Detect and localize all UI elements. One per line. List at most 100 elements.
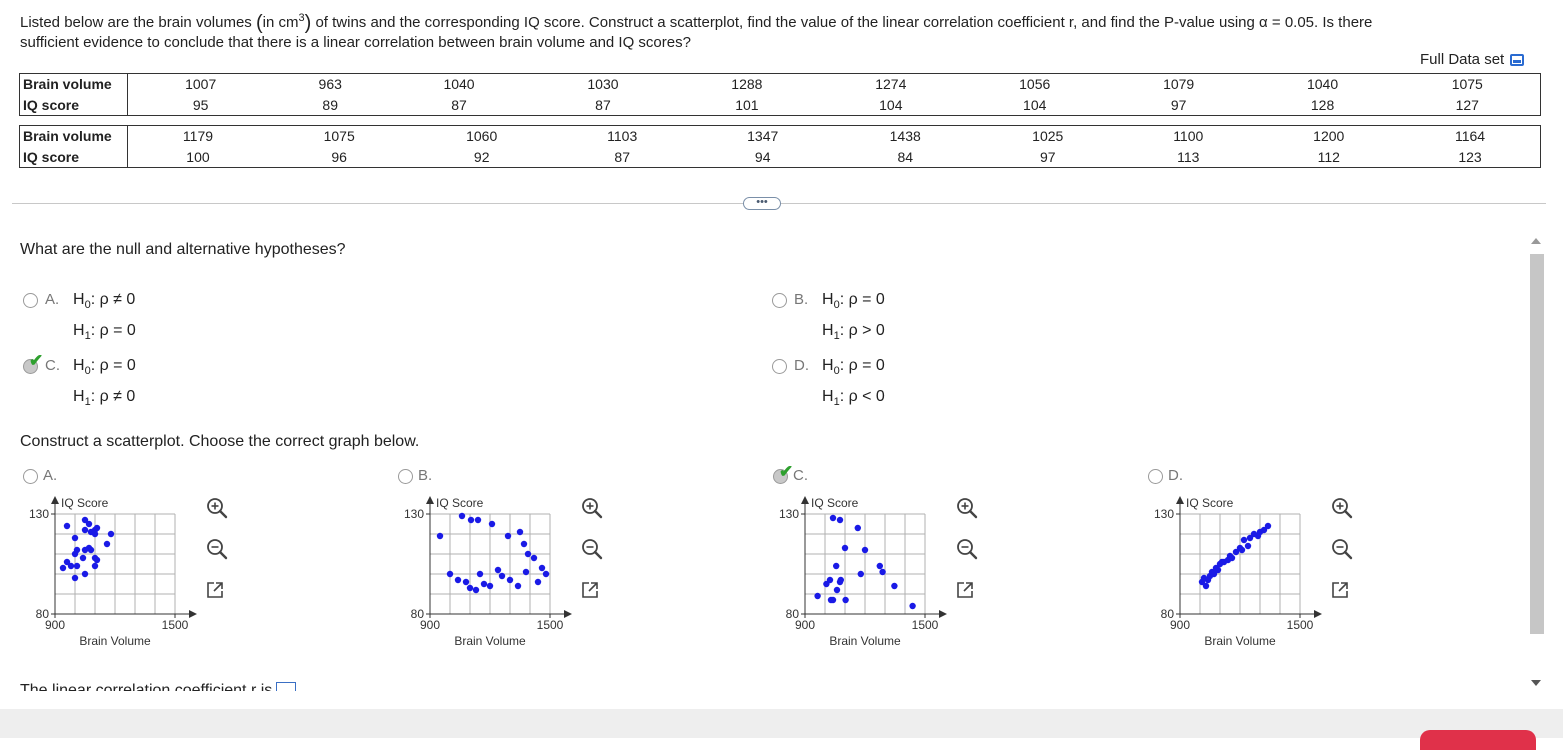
hypothesis-option-b[interactable]: B. H0: ρ = 0 H1: ρ > 0	[772, 291, 885, 349]
row-label-brain: Brain volume	[19, 73, 128, 95]
x-tick-label: 1500	[1287, 618, 1314, 632]
scatter-option-a[interactable]: A. IQ Score 130 80 900 1500 Brain Volume	[20, 465, 380, 665]
data-point	[71, 534, 79, 542]
scatter-option-d[interactable]: D. IQ Score 130 80 900 1500 Brain Volume	[1145, 465, 1505, 665]
table-cell: 1030	[531, 73, 675, 95]
table-cell: 1040	[1250, 73, 1395, 95]
radio-button[interactable]	[772, 359, 787, 374]
table-cell: 1179	[127, 125, 268, 147]
data-point	[836, 578, 844, 586]
scatter-option-b[interactable]: B. IQ Score 130 80 900 1500 Brain Volume	[395, 465, 755, 665]
table-cell: 1100	[1119, 125, 1258, 147]
table-cell: 1007	[127, 73, 274, 95]
open-new-window-icon[interactable]	[1331, 581, 1353, 603]
radio-button[interactable]	[23, 469, 38, 484]
scatterplot: IQ Score13080900 1500Brain Volume	[779, 496, 947, 648]
y-axis-arrow-icon	[801, 496, 809, 504]
data-point	[1214, 566, 1222, 574]
data-point	[506, 576, 514, 584]
data-point	[827, 596, 835, 604]
h0-symbol: H	[822, 291, 834, 308]
table-cell: 100	[127, 146, 268, 168]
x-axis-arrow-icon	[564, 610, 572, 618]
open-new-window-icon[interactable]	[581, 581, 603, 603]
zoom-out-icon[interactable]	[956, 538, 978, 560]
table-cell: 1060	[410, 125, 553, 147]
x-axis-title: Brain Volume	[829, 634, 901, 648]
footer-bar	[0, 709, 1563, 738]
data-point	[829, 514, 837, 522]
data-point	[59, 564, 67, 572]
data-table-1: Brain volume 1007 963 1040 1030 1288 1274 1056 1…	[19, 73, 1541, 116]
table-cell: 1056	[962, 73, 1107, 95]
expand-more-button[interactable]: •••	[743, 197, 781, 210]
y-tick-label: 130	[779, 507, 799, 521]
table-cell: 1288	[674, 73, 819, 95]
data-point	[486, 582, 494, 590]
table-cell: 1103	[552, 125, 692, 147]
data-point	[836, 516, 844, 524]
data-point	[476, 570, 484, 578]
radio-button[interactable]	[772, 293, 787, 308]
zoom-out-icon[interactable]	[1331, 538, 1353, 560]
data-set-icon[interactable]	[1510, 53, 1525, 66]
scroll-down-arrow-icon[interactable]	[1531, 680, 1541, 686]
option-letter: A.	[43, 467, 58, 484]
table-cell: 1040	[387, 73, 531, 95]
data-point	[79, 554, 87, 562]
table-cell: 104	[962, 94, 1107, 116]
table-cell: 963	[273, 73, 388, 95]
data-point	[91, 554, 99, 562]
next-button[interactable]	[1420, 730, 1536, 750]
data-point	[520, 540, 528, 548]
data-point	[876, 562, 883, 570]
scatter-option-c[interactable]: ✔ C. IQ Score 130 80 900 1500 Brain Volume	[770, 462, 1130, 665]
correlation-input[interactable]	[276, 682, 297, 691]
full-data-set-link[interactable]: Full Data set	[1420, 51, 1525, 68]
scrollbar-thumb[interactable]	[1530, 254, 1544, 634]
data-point	[67, 562, 75, 570]
data-point	[826, 576, 834, 584]
h1-symbol: H	[73, 388, 85, 406]
table-cell: 101	[674, 94, 819, 116]
radio-button[interactable]: ✔	[773, 462, 793, 484]
table-cell: 123	[1400, 146, 1542, 168]
row-label-brain: Brain volume	[19, 125, 128, 147]
hypothesis-option-c[interactable]: ✔ C. H0: ρ = 0 H1: ρ ≠ 0	[23, 351, 136, 415]
zoom-in-icon[interactable]	[581, 497, 603, 519]
data-point	[814, 592, 821, 600]
zoom-in-icon[interactable]	[1331, 497, 1353, 519]
hypothesis-option-a[interactable]: A. H0: ρ ≠ 0 H1: ρ = 0	[23, 291, 136, 349]
data-point	[1238, 546, 1246, 554]
open-new-window-icon[interactable]	[206, 581, 228, 603]
hypothesis-text: H0: ρ ≠ 0 H1: ρ = 0	[73, 287, 136, 349]
full-data-set-label[interactable]: Full Data set	[1420, 51, 1504, 68]
table-cell: 127	[1394, 94, 1541, 116]
hypothesis-option-d[interactable]: D. H0: ρ = 0 H1: ρ < 0	[772, 357, 885, 415]
radio-button[interactable]	[1148, 469, 1163, 484]
data-point	[498, 572, 506, 580]
radio-button[interactable]	[23, 293, 38, 308]
option-letter: A.	[45, 291, 60, 308]
scroll-up-arrow-icon[interactable]	[1531, 238, 1541, 244]
zoom-in-icon[interactable]	[206, 497, 228, 519]
table-cell: 112	[1257, 146, 1401, 168]
alternative-hypothesis: : ρ ≠ 0	[90, 388, 136, 406]
table-cell: 84	[833, 146, 977, 168]
data-point	[1240, 536, 1248, 544]
x-axis-title: Brain Volume	[1204, 634, 1276, 648]
x-tick-label: 900	[1170, 618, 1190, 632]
zoom-in-icon[interactable]	[956, 497, 978, 519]
y-tick-label: 130	[404, 507, 424, 521]
radio-button[interactable]	[398, 469, 413, 484]
x-tick-label: 1500	[912, 618, 939, 632]
zoom-out-icon[interactable]	[206, 538, 228, 560]
zoom-out-icon[interactable]	[581, 538, 603, 560]
data-point	[534, 578, 542, 586]
data-point	[841, 544, 849, 552]
data-point	[909, 602, 916, 610]
data-point	[833, 562, 840, 570]
open-new-window-icon[interactable]	[956, 581, 978, 603]
data-point	[71, 574, 79, 582]
null-hypothesis: : ρ ≠ 0	[90, 291, 136, 308]
